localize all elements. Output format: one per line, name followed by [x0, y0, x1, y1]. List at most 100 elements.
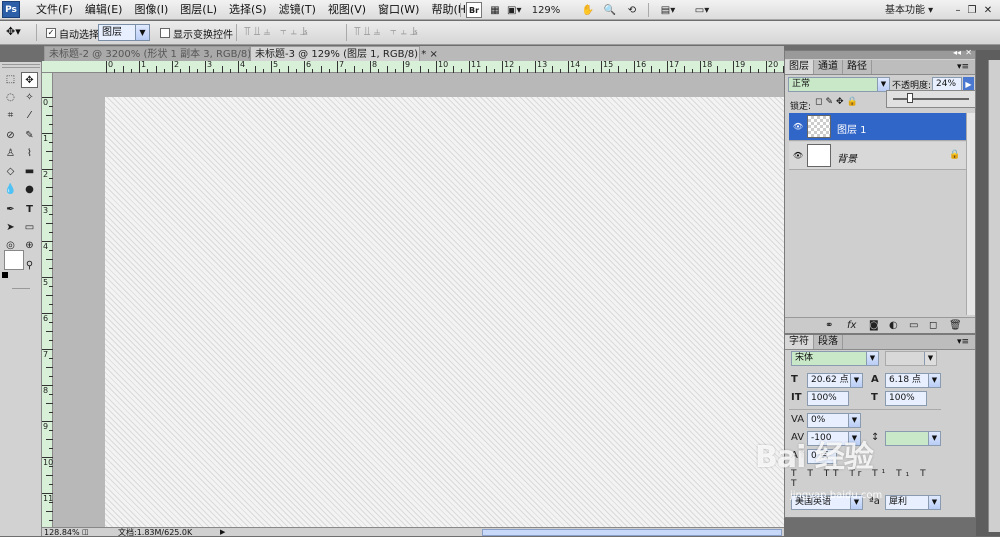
eraser-icon[interactable]: ◇ [2, 164, 19, 180]
layer-row-background[interactable]: 👁 背景 🔒 [789, 142, 967, 170]
tab-layers[interactable]: 图层 [785, 60, 814, 74]
view-extras-icon[interactable]: ▦ [488, 2, 502, 18]
foreground-color-swatch[interactable] [4, 250, 24, 270]
photoshop-logo[interactable]: Ps [2, 1, 20, 18]
layer-row-layer1[interactable]: 👁 图层 1 [789, 113, 967, 141]
menu-filter[interactable]: 滤镜(T) [273, 0, 322, 20]
horizontal-scale-field[interactable]: 100% [885, 391, 927, 406]
kerning-field[interactable]: 0% ▼ [807, 413, 861, 428]
bridge-button[interactable]: Br [466, 2, 482, 18]
tab-paths[interactable]: 路径 [843, 60, 872, 74]
marquee-tool-icon[interactable]: ⬚ [2, 72, 19, 88]
eye-icon[interactable]: 👁 [792, 151, 804, 161]
menu-select[interactable]: 选择(S) [223, 0, 273, 20]
new-layer-icon[interactable]: ◻ [929, 319, 937, 333]
align-buttons[interactable]: ⫪⫫⫨ ⫟⫠⫡ [244, 24, 311, 39]
blur-tool-icon[interactable]: 💧 [2, 182, 19, 198]
antialias-select[interactable]: 犀利 ▼ [885, 495, 941, 510]
panel-menu-icon[interactable]: ▾≡ [953, 60, 973, 74]
arrange-icon[interactable]: ▣▾ [506, 2, 521, 18]
gradient-icon[interactable]: ▬ [21, 164, 38, 180]
panel-title-bar[interactable]: ◂◂ ✕ [785, 48, 975, 59]
tab-character[interactable]: 字符 [785, 335, 814, 349]
show-transform-checkbox[interactable] [160, 26, 170, 39]
eye-icon[interactable]: 👁 [792, 122, 804, 132]
options-bar: ✥▾ ✓ 自动选择: 图层 ▼ 显示变换控件 ⫪⫫⫨ ⫟⫠⫡ ⫪⫫⫨ ⫟⫠⫡ [0, 21, 1000, 45]
lock-icons[interactable]: ◻✎✥🔒 [815, 97, 861, 107]
trash-icon[interactable]: 🗑 [949, 319, 962, 333]
zoom-level-select[interactable]: 129% ▾ [528, 2, 564, 32]
menu-edit[interactable]: 编辑(E) [79, 0, 129, 20]
panel-close-icon[interactable]: ✕ [965, 48, 972, 57]
magic-wand-icon[interactable]: ✧ [21, 90, 38, 106]
clone-stamp-icon[interactable]: ♙ [2, 146, 19, 162]
move-tool-preset-icon[interactable]: ✥▾ [6, 25, 21, 38]
tab-untitled-2[interactable]: 未标题-2 @ 3200% (形状 1 副本 3, RGB/8) * × [44, 46, 271, 61]
move-tool-icon[interactable]: ✥ [21, 72, 38, 88]
canvas-area[interactable] [53, 73, 784, 527]
font-family-select[interactable]: 宋体 ▼ [791, 351, 879, 366]
adjustment-icon[interactable]: ◐ [889, 319, 898, 333]
shape-tool-icon[interactable]: ▭ [21, 220, 38, 236]
ruler-label: 8 [372, 60, 378, 69]
font-size-field[interactable]: 20.62 点 ▼ [807, 373, 863, 388]
dock-strip[interactable] [988, 60, 1000, 532]
auto-select-dropdown[interactable]: 图层 ▼ [98, 24, 150, 41]
history-brush-icon[interactable]: ⌇ [21, 146, 38, 162]
layers-scrollbar[interactable] [966, 113, 975, 315]
ruler-subtick [46, 259, 53, 260]
dodge-tool-icon[interactable]: ● [21, 182, 38, 198]
document-canvas[interactable] [105, 97, 784, 527]
opacity-slider-popup[interactable] [886, 90, 976, 108]
hand-tool-icon[interactable]: ✋ [580, 2, 596, 18]
tab-paragraph[interactable]: 段落 [814, 335, 843, 349]
brush-tool-icon[interactable]: ✎ [21, 128, 38, 144]
rotate-view-icon[interactable]: ⟲ [624, 2, 640, 18]
auto-select-checkbox[interactable]: ✓ [46, 26, 56, 39]
ruler-tick [667, 61, 668, 73]
zoom-tool-icon[interactable]: 🔍 [602, 2, 618, 18]
close-icon[interactable]: × [429, 49, 437, 60]
chevron-down-icon: ▼ [848, 414, 860, 427]
default-colors-icon[interactable] [2, 272, 8, 278]
blend-mode-select[interactable]: 正常 ▼ [788, 77, 890, 92]
layer-name: 背景 [837, 154, 857, 165]
minimize-button[interactable]: – [952, 2, 964, 18]
lasso-tool-icon[interactable]: ◌ [2, 90, 19, 106]
link-layers-icon[interactable]: ⚭ [825, 319, 833, 333]
tab-channels[interactable]: 通道 [814, 60, 843, 74]
crop-tool-icon[interactable]: ⌗ [2, 108, 19, 124]
chevron-down-icon: ▼ [924, 352, 936, 365]
restore-button[interactable]: ❐ [966, 2, 978, 18]
screen-mode-icon[interactable]: ▤▾ [656, 2, 680, 18]
eyedropper-icon[interactable]: ⁄ [21, 108, 38, 124]
baseline-kern-field[interactable]: ▼ [885, 431, 941, 446]
collapse-icon[interactable]: ◂◂ [953, 48, 961, 57]
vertical-scale-field[interactable]: 100% [807, 391, 849, 406]
font-style-select[interactable]: ▼ [885, 351, 937, 366]
slider-thumb[interactable] [907, 93, 913, 103]
menu-view[interactable]: 视图(V) [322, 0, 372, 20]
close-button[interactable]: ✕ [982, 2, 994, 18]
spot-heal-icon[interactable]: ⊘ [2, 128, 19, 144]
toolbox: ⬚ ✥ ◌ ✧ ⌗ ⁄ ⊘ ✎ ♙ ⌇ ◇ ▬ 💧 ● ✒ T ➤ ▭ ◎ ⊕ … [0, 62, 42, 536]
panel-menu-icon[interactable]: ▾≡ [953, 335, 973, 349]
menu-file[interactable]: 文件(F) [30, 0, 79, 20]
menu-window[interactable]: 窗口(W) [372, 0, 425, 20]
workspace-switcher[interactable]: 基本功能 ▾ [884, 2, 952, 18]
ruler-label: 16 [636, 60, 647, 69]
ruler-subtick [188, 66, 190, 73]
pen-tool-icon[interactable]: ✒ [2, 202, 19, 218]
group-folder-icon[interactable]: ▭ [909, 319, 918, 333]
screen-layout-icon[interactable]: ▭▾ [690, 2, 714, 18]
horizontal-scrollbar[interactable] [482, 529, 782, 536]
menu-image[interactable]: 图像(I) [128, 0, 174, 20]
mask-icon[interactable]: ◙ [869, 319, 879, 333]
path-select-icon[interactable]: ➤ [2, 220, 19, 236]
menu-layer[interactable]: 图层(L) [174, 0, 223, 20]
type-tool-icon[interactable]: T [21, 202, 38, 218]
distribute-buttons[interactable]: ⫪⫫⫨ ⫟⫠⫡ [354, 24, 421, 39]
leading-field[interactable]: 6.18 点 ▼ [885, 373, 941, 388]
tab-untitled-3[interactable]: 未标题-3 @ 129% (图层 1, RGB/8) * × [250, 46, 438, 61]
fx-icon[interactable]: fx [847, 319, 856, 333]
